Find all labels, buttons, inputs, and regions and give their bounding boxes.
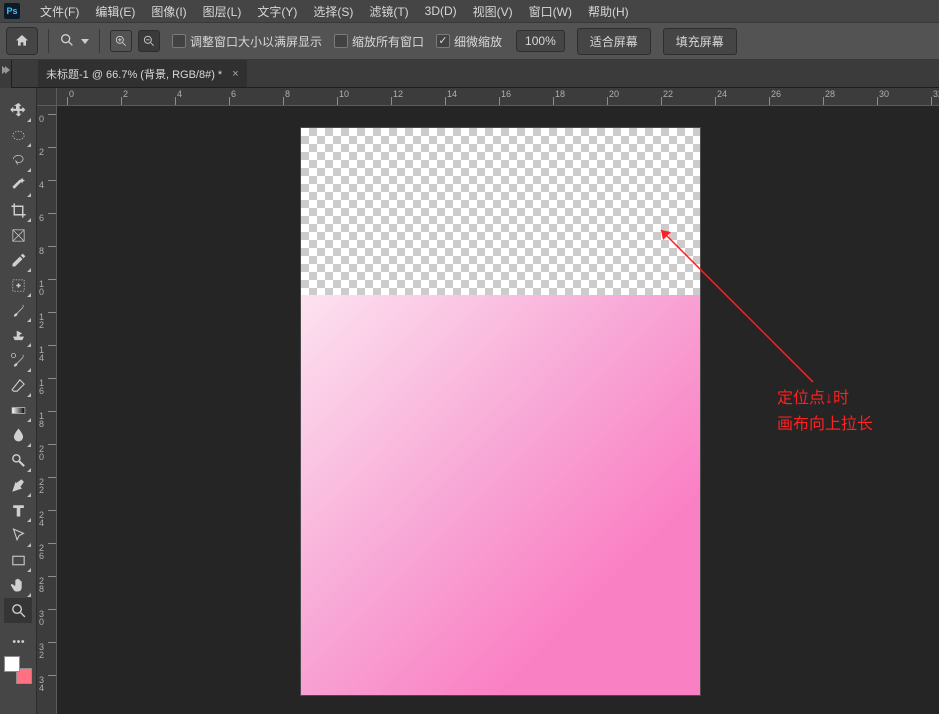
scrubby-zoom-checkbox[interactable]: 细微缩放 [436, 33, 502, 50]
fill-screen-button[interactable]: 填充屏幕 [663, 28, 737, 55]
edit-toolbar[interactable] [4, 629, 32, 654]
color-swatches[interactable] [4, 656, 32, 684]
document-tab[interactable]: 未标题-1 @ 66.7% (背景, RGB/8#) * × [38, 60, 247, 87]
menu-bar: Ps 文件(F) 编辑(E) 图像(I) 图层(L) 文字(Y) 选择(S) 滤… [0, 0, 939, 22]
healing-brush-tool[interactable] [4, 273, 32, 298]
magic-wand-tool[interactable] [4, 173, 32, 198]
zoom-out-mode[interactable] [138, 30, 160, 52]
horizontal-ruler[interactable]: 02468101214161820222426283032 [57, 88, 939, 106]
zoom-all-windows-checkbox[interactable]: 缩放所有窗口 [334, 33, 424, 50]
gradient-tool[interactable] [4, 398, 32, 423]
pen-tool[interactable] [4, 473, 32, 498]
eraser-tool[interactable] [4, 373, 32, 398]
tool-bar [0, 88, 37, 714]
frame-tool[interactable] [4, 223, 32, 248]
menu-view[interactable]: 视图(V) [465, 1, 521, 22]
type-tool[interactable] [4, 498, 32, 523]
zoom-in-mode[interactable] [110, 30, 132, 52]
shape-tool[interactable] [4, 548, 32, 573]
tab-title: 未标题-1 @ 66.7% (背景, RGB/8#) * [46, 66, 222, 82]
move-tool[interactable] [4, 98, 32, 123]
home-button[interactable] [6, 27, 38, 55]
fit-screen-button[interactable]: 适合屏幕 [577, 28, 651, 55]
checkbox-icon [172, 34, 186, 48]
ps-logo: Ps [4, 3, 20, 19]
menu-select[interactable]: 选择(S) [305, 1, 361, 22]
divider [48, 29, 49, 53]
options-bar: 调整窗口大小以满屏显示 缩放所有窗口 细微缩放 100% 适合屏幕 填充屏幕 [0, 22, 939, 60]
resize-window-checkbox[interactable]: 调整窗口大小以满屏显示 [172, 33, 322, 50]
zoom-percent[interactable]: 100% [516, 30, 565, 52]
zoom-tool-indicator[interactable] [59, 32, 89, 51]
menu-3d[interactable]: 3D(D) [417, 2, 465, 20]
work-area: 02468101214161820222426283032 024681 01 … [37, 88, 939, 714]
checkbox-icon [334, 34, 348, 48]
annotation-text: 定位点↓时 画布向上拉长 [777, 386, 873, 438]
clone-stamp-tool[interactable] [4, 323, 32, 348]
transparent-area [301, 128, 700, 295]
hand-tool[interactable] [4, 573, 32, 598]
marquee-tool[interactable] [4, 123, 32, 148]
menu-filter[interactable]: 滤镜(T) [361, 1, 416, 22]
divider [99, 29, 100, 53]
document-canvas[interactable] [301, 128, 700, 695]
history-brush-tool[interactable] [4, 348, 32, 373]
brush-tool[interactable] [4, 298, 32, 323]
menu-type[interactable]: 文字(Y) [249, 1, 305, 22]
eyedropper-tool[interactable] [4, 248, 32, 273]
menu-window[interactable]: 窗口(W) [521, 1, 580, 22]
menu-layer[interactable]: 图层(L) [195, 1, 250, 22]
chevron-right-icon [5, 66, 10, 74]
content-area [301, 295, 700, 695]
zoom-tool[interactable] [4, 598, 32, 623]
crop-tool[interactable] [4, 198, 32, 223]
vertical-ruler[interactable]: 024681 01 21 41 61 82 02 22 42 62 83 03 … [37, 106, 57, 714]
document-tab-bar: 未标题-1 @ 66.7% (背景, RGB/8#) * × [0, 60, 939, 88]
lasso-tool[interactable] [4, 148, 32, 173]
menu-file[interactable]: 文件(F) [32, 1, 87, 22]
menu-help[interactable]: 帮助(H) [580, 1, 637, 22]
foreground-color-swatch[interactable] [4, 656, 20, 672]
chevron-down-icon [81, 39, 89, 44]
magnifier-icon [59, 32, 75, 51]
ruler-origin[interactable] [37, 88, 57, 106]
checkbox-icon [436, 34, 450, 48]
path-selection-tool[interactable] [4, 523, 32, 548]
blur-tool[interactable] [4, 423, 32, 448]
canvas-viewport[interactable]: 定位点↓时 画布向上拉长 [57, 106, 939, 714]
menu-edit[interactable]: 编辑(E) [87, 1, 143, 22]
close-icon[interactable]: × [232, 68, 238, 80]
dodge-tool[interactable] [4, 448, 32, 473]
menu-image[interactable]: 图像(I) [143, 1, 194, 22]
